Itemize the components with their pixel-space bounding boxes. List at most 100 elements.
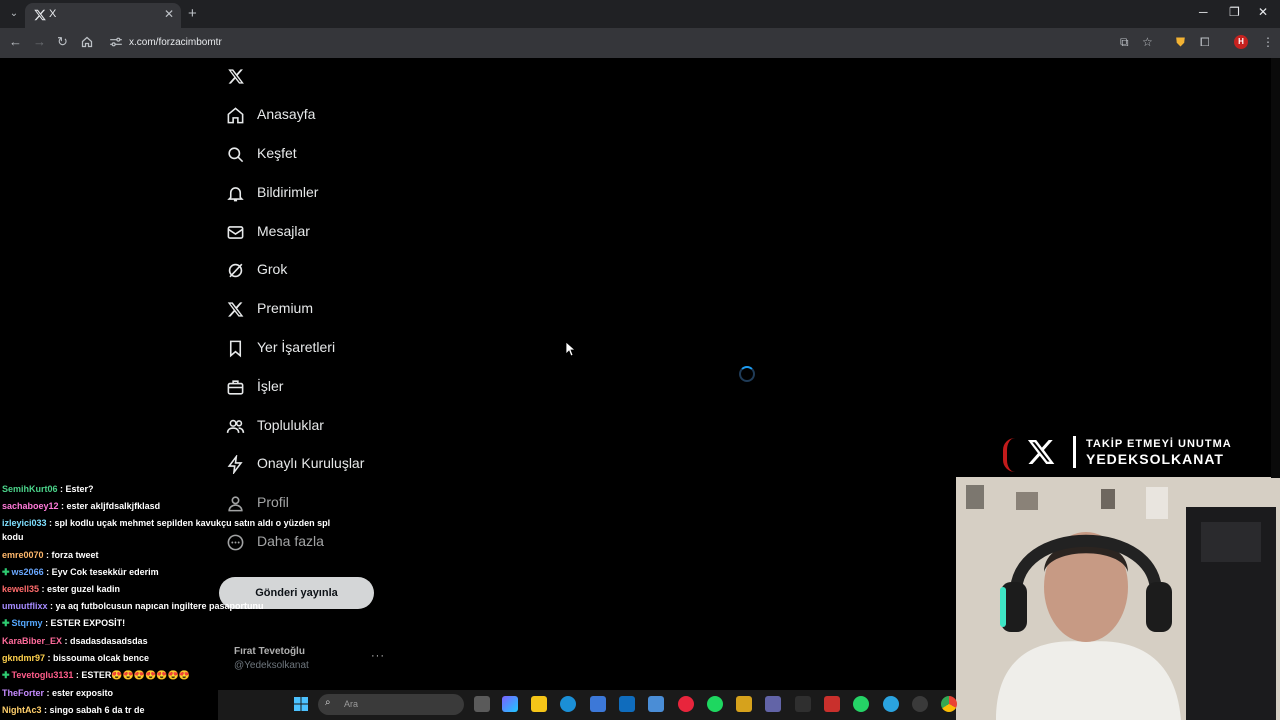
chat-user: izleyici033 — [2, 518, 47, 528]
home-icon — [227, 107, 244, 124]
x-logo-icon[interactable] — [226, 67, 246, 86]
chat-user: sachaboey12 — [2, 501, 59, 511]
webcam-feed — [956, 477, 1280, 720]
task-view-icon[interactable] — [474, 696, 490, 712]
chrome-icon[interactable] — [941, 696, 957, 712]
chat-message: kewell35 : ester guzel kadin — [2, 584, 120, 594]
nav-label: Profil — [257, 494, 289, 510]
webcam-image — [956, 477, 1280, 720]
chat-text: : ESTER EXPOSİT! — [42, 618, 126, 628]
home-button[interactable] — [81, 36, 93, 48]
nav-label: İşler — [257, 378, 284, 394]
chat-text: : dsadasdasadsdas — [62, 636, 148, 646]
chat-text: : spl kodlu uçak mehmet sepilden kavukçu… — [2, 518, 331, 542]
maximize-button[interactable]: ❐ — [1229, 5, 1240, 19]
nav-label: Topluluklar — [257, 417, 324, 433]
chat-user: kewell35 — [2, 584, 40, 594]
chat-message: umuutflixx : ya aq futbolcusun napıcan i… — [2, 601, 264, 611]
chat-message: NightAc3 : singo sabah 6 da tr de — [2, 705, 145, 715]
chat-message: ✚ ws2066 : Eyv Cok tesekkür ederim — [2, 567, 159, 578]
nav-label: Premium — [257, 300, 314, 316]
bell-icon — [227, 187, 244, 202]
reload-button[interactable]: ↻ — [57, 34, 68, 50]
chat-text: : ester exposito — [44, 688, 114, 698]
bookmark-star-icon[interactable]: ☆ — [1142, 35, 1153, 49]
chat-text: : Ester? — [57, 484, 94, 494]
chat-user: Tevetoglu3131 — [11, 670, 74, 680]
chat-message: ✚ Stqrmy : ESTER EXPOSİT! — [2, 618, 125, 629]
install-app-icon[interactable]: ⧉ — [1120, 35, 1129, 50]
chat-user: SemihKurt06 — [2, 484, 58, 494]
chat-user: NightAc3 — [2, 705, 42, 715]
account-name: Fırat Tevetoğlu — [234, 646, 305, 657]
chat-user: gkndmr97 — [2, 653, 46, 663]
tab-list-icon[interactable]: ⌄ — [6, 6, 22, 22]
new-tab-button[interactable]: + — [188, 5, 197, 22]
edge-icon[interactable] — [560, 696, 576, 712]
outlook-icon[interactable] — [619, 696, 635, 712]
chat-message: gkndmr97 : bissouma olcak bence — [2, 653, 149, 663]
chat-user: ws2066 — [11, 567, 44, 577]
browser-menu-icon[interactable]: ⋮ — [1262, 35, 1274, 49]
file-explorer-icon[interactable] — [531, 696, 547, 712]
nav-label: Anasayfa — [257, 106, 316, 122]
chat-user: KaraBiber_EX — [2, 636, 63, 646]
back-button[interactable]: ← — [9, 34, 22, 49]
chat-message: emre0070 : forza tweet — [2, 550, 99, 560]
close-window-button[interactable]: ✕ — [1258, 5, 1268, 19]
sub-badge-icon: ✚ — [2, 618, 10, 628]
brand-line-2: YEDEKSOLKANAT — [1086, 451, 1224, 467]
account-more-icon[interactable]: ··· — [371, 650, 385, 662]
chat-text: : Eyv Cok tesekkür ederim — [43, 567, 159, 577]
loading-spinner — [739, 366, 755, 382]
spotify-icon[interactable] — [707, 696, 723, 712]
app-icon[interactable] — [824, 696, 840, 712]
nav-label: Yer İşaretleri — [257, 339, 336, 355]
browser-tab-bar: ⌄ X ✕ + ─ ❐ ✕ — [0, 0, 1280, 28]
telegram-icon[interactable] — [883, 696, 899, 712]
extensions-icon[interactable]: ⧠ — [1200, 35, 1210, 50]
x-logo-icon — [34, 9, 46, 21]
app-icon[interactable] — [736, 696, 752, 712]
extension-shield-icon[interactable]: ⛊ — [1176, 35, 1185, 50]
chat-message: izleyici033 : spl kodlu uçak mehmet sepi… — [2, 516, 347, 544]
page-scrollbar[interactable] — [1271, 58, 1280, 478]
site-settings-icon[interactable] — [109, 36, 123, 48]
address-bar[interactable]: x.com/forzacimbomtr — [129, 37, 222, 48]
chat-text: : bissouma olcak bence — [45, 653, 150, 663]
opera-icon[interactable] — [678, 696, 694, 712]
search-icon: ⌕ — [325, 697, 331, 708]
teams-icon[interactable] — [765, 696, 781, 712]
chat-text: : ester guzel kadin — [39, 584, 121, 594]
whatsapp-icon[interactable] — [853, 696, 869, 712]
copilot-icon[interactable] — [502, 696, 518, 712]
app-icon[interactable] — [795, 696, 811, 712]
taskbar-search-placeholder: Ara — [344, 699, 359, 709]
chat-user: TheForter — [2, 688, 45, 698]
briefcase-icon — [227, 380, 244, 395]
chat-message: TheForter : ester exposito — [2, 688, 113, 698]
close-tab-icon[interactable]: ✕ — [164, 7, 174, 21]
app-icon[interactable] — [648, 696, 664, 712]
profile-avatar[interactable]: H — [1234, 35, 1248, 49]
lightning-icon — [227, 455, 243, 474]
person-icon — [228, 496, 243, 512]
store-icon[interactable] — [590, 696, 606, 712]
browser-toolbar: ← → ↻ x.com/forzacimbomtr ⧉ ☆ ⛊ ⧠ ⋮ — [0, 28, 1280, 58]
obs-icon[interactable] — [912, 696, 928, 712]
chat-text: : forza tweet — [43, 550, 99, 560]
nav-label: Keşfet — [257, 145, 297, 161]
taskbar-search[interactable] — [318, 694, 464, 715]
forward-button[interactable]: → — [33, 34, 46, 49]
x-logo-icon — [1027, 440, 1055, 464]
windows-start-icon[interactable] — [293, 696, 309, 712]
browser-tab[interactable]: X ✕ — [25, 3, 181, 28]
brand-divider — [1073, 436, 1076, 468]
chat-message: KaraBiber_EX : dsadasdasadsdas — [2, 636, 148, 646]
minimize-button[interactable]: ─ — [1199, 5, 1208, 19]
stream-branding: TAKİP ETMEYİ UNUTMA YEDEKSOLKANAT — [1003, 432, 1280, 476]
grok-icon — [228, 263, 243, 278]
chat-message: SemihKurt06 : Ester? — [2, 484, 94, 494]
brand-line-1: TAKİP ETMEYİ UNUTMA — [1086, 438, 1232, 450]
chat-text: : ya aq futbolcusun napıcan ingiltere pa… — [47, 601, 264, 611]
